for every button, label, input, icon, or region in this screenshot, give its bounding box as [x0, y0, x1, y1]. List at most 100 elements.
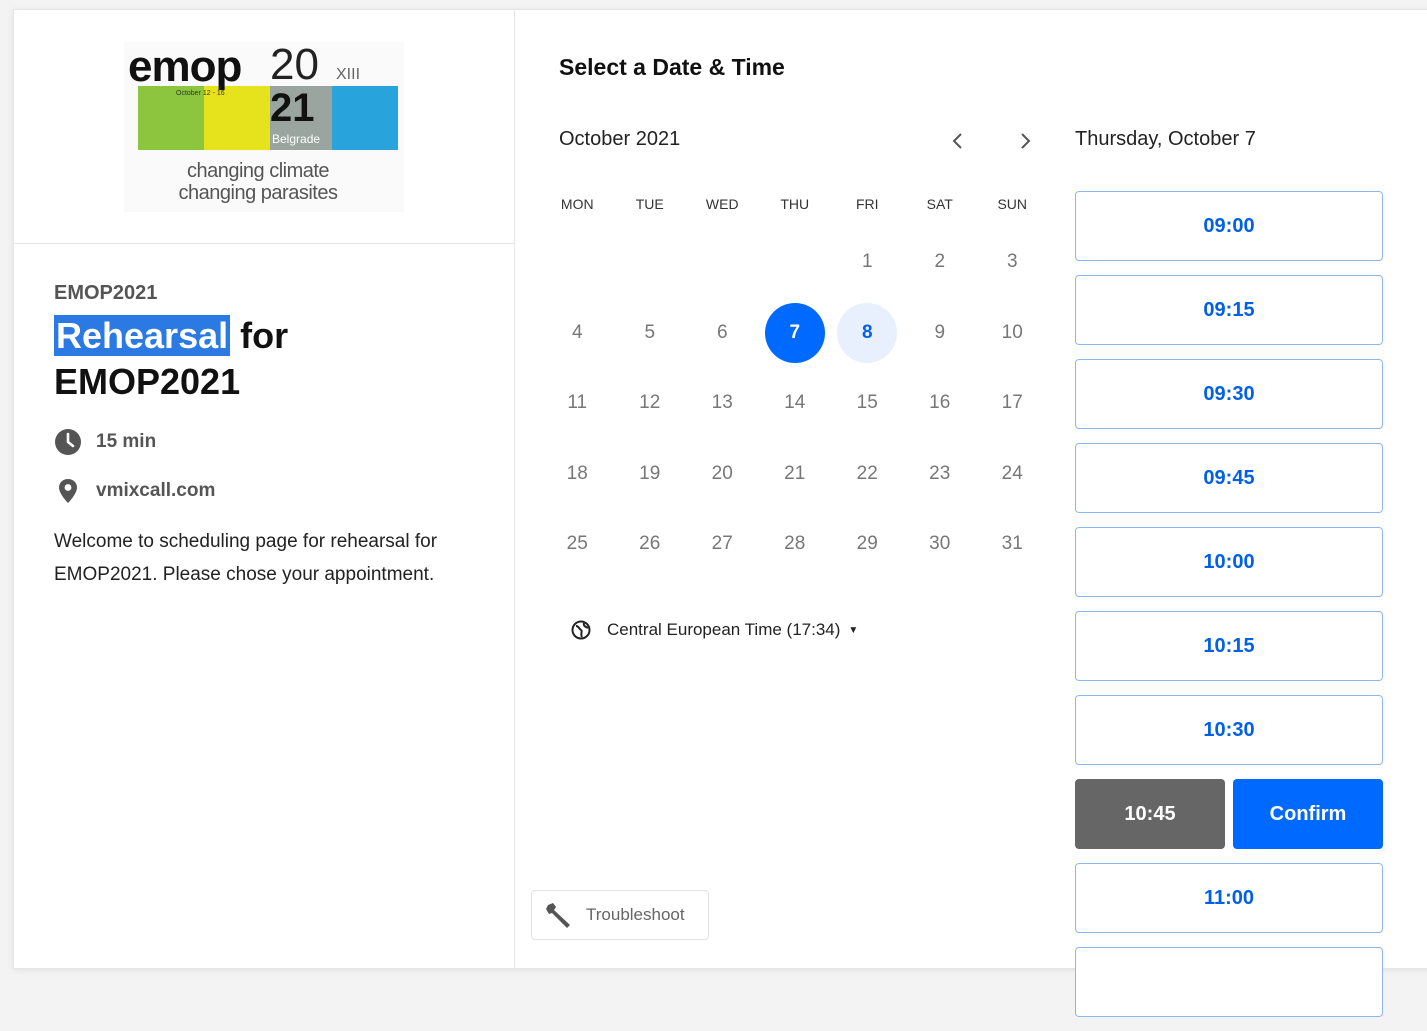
page-title: Select a Date & Time: [559, 54, 785, 80]
day-cell: 18: [541, 439, 614, 510]
day-cell: 27: [686, 509, 759, 580]
troubleshoot-button[interactable]: Troubleshoot: [531, 890, 709, 940]
day-cell: 11: [541, 368, 614, 439]
day-number: 10: [1001, 321, 1023, 343]
day-number: 31: [1001, 533, 1023, 555]
day-number: 20: [711, 462, 733, 484]
day-number: [765, 232, 825, 292]
day-cell: 10: [976, 298, 1049, 369]
clock-icon: [55, 429, 81, 455]
timezone-selector[interactable]: Central European Time (17:34) ▼: [571, 620, 858, 640]
logo-tagline-2: changing parasites: [178, 182, 338, 204]
duration-row: 15 min: [54, 427, 474, 457]
day-number: [692, 232, 752, 292]
day-cell: 23: [904, 439, 977, 510]
logo-year-bottom: 21: [270, 86, 315, 130]
weekday-label: MON: [560, 196, 594, 212]
location-text: vmixcall.com: [96, 480, 216, 501]
day-number: 14: [784, 392, 806, 414]
day-number: 4: [571, 321, 583, 343]
timeslot-button[interactable]: 09:30: [1075, 359, 1383, 429]
logo-word: emop: [128, 42, 242, 91]
day-cell: 9: [904, 298, 977, 369]
day-cell: 31: [976, 509, 1049, 580]
day-cell: 17: [976, 368, 1049, 439]
organizer-name: EMOP2021: [54, 282, 158, 304]
day-cell-available[interactable]: 8: [831, 298, 904, 369]
logo-year-top: 20: [270, 40, 319, 89]
day-number: 8: [837, 302, 898, 363]
timeslot-button-partial[interactable]: [1075, 947, 1383, 1017]
day-cell: 25: [541, 509, 614, 580]
day-number: 30: [929, 533, 951, 555]
timeslot-button[interactable]: 09:00: [1075, 191, 1383, 261]
day-number: [620, 232, 680, 292]
day-number: 7: [764, 302, 825, 363]
day-number: 18: [566, 462, 588, 484]
timeslot-button[interactable]: 10:15: [1075, 611, 1383, 681]
day-number: 26: [639, 533, 661, 555]
weekday-header: MON TUE WED THU FRI SAT SUN: [541, 196, 1049, 212]
day-cell: 29: [831, 509, 904, 580]
day-number: 24: [1001, 462, 1023, 484]
day-cell: 3: [976, 227, 1049, 298]
day-number: 28: [784, 533, 806, 555]
timeslot-button[interactable]: 09:45: [1075, 443, 1383, 513]
event-title: Rehearsal for EMOP2021: [54, 313, 474, 405]
logo-area: emop 20 XIII October 12 - 16 21 Belgrade…: [14, 10, 514, 244]
timezone-text: Central European Time (17:34): [607, 620, 841, 639]
selected-timeslot-button[interactable]: 10:45: [1075, 779, 1225, 849]
day-number: 22: [856, 462, 878, 484]
selected-date-label: Thursday, October 7: [1075, 128, 1256, 150]
day-number: 3: [1006, 251, 1018, 273]
day-cell: 30: [904, 509, 977, 580]
day-number: 2: [934, 251, 946, 273]
selected-timeslot-row: 10:45 Confirm: [1075, 779, 1383, 849]
timeslot-button[interactable]: 09:15: [1075, 275, 1383, 345]
logo-roman: XIII: [336, 66, 361, 83]
event-info: EMOP2021 Rehearsal for EMOP2021 15 min v…: [14, 244, 514, 591]
day-number: 25: [566, 533, 588, 555]
timeslot-button[interactable]: 10:30: [1075, 695, 1383, 765]
day-number: 13: [711, 392, 733, 414]
day-cell: 28: [759, 509, 832, 580]
day-number: 12: [639, 392, 661, 414]
location-row: vmixcall.com: [54, 476, 474, 506]
timeslot-button[interactable]: 10:00: [1075, 527, 1383, 597]
day-cell-selected[interactable]: 7: [759, 298, 832, 369]
next-month-button[interactable]: [1010, 126, 1040, 156]
month-label: October 2021: [559, 128, 681, 150]
day-number: 23: [929, 462, 951, 484]
day-cell: 24: [976, 439, 1049, 510]
day-cell: 14: [759, 368, 832, 439]
day-number: 29: [856, 533, 878, 555]
day-cell: 26: [614, 509, 687, 580]
chevron-left-icon: [952, 133, 962, 149]
day-cell: 4: [541, 298, 614, 369]
logo-tagline-1: changing climate: [186, 160, 330, 182]
timeslot-button[interactable]: 11:00: [1075, 863, 1383, 933]
day-number: 17: [1001, 392, 1023, 414]
previous-month-button[interactable]: [943, 126, 973, 156]
event-details-panel: emop 20 XIII October 12 - 16 21 Belgrade…: [14, 10, 515, 968]
weekday-label: FRI: [855, 196, 879, 212]
day-number: 1: [861, 251, 873, 273]
day-number: [547, 232, 607, 292]
globe-icon: [571, 620, 591, 640]
day-cell: 12: [614, 368, 687, 439]
day-cell: 16: [904, 368, 977, 439]
weekday-label: THU: [780, 196, 810, 212]
day-number: 27: [711, 533, 733, 555]
day-number: 15: [856, 392, 878, 414]
scheduling-card: emop 20 XIII October 12 - 16 21 Belgrade…: [13, 9, 1427, 1017]
duration-text: 15 min: [96, 431, 157, 452]
day-number: 19: [639, 462, 661, 484]
logo-tagline: changing climate changing parasites: [124, 160, 392, 204]
day-number: 11: [567, 392, 588, 414]
logo-city: Belgrade: [272, 132, 321, 146]
day-cell: 20: [686, 439, 759, 510]
confirm-button[interactable]: Confirm: [1233, 779, 1383, 849]
day-cell-empty: [541, 227, 614, 298]
day-number: 21: [784, 462, 806, 484]
day-cell-empty: [686, 227, 759, 298]
